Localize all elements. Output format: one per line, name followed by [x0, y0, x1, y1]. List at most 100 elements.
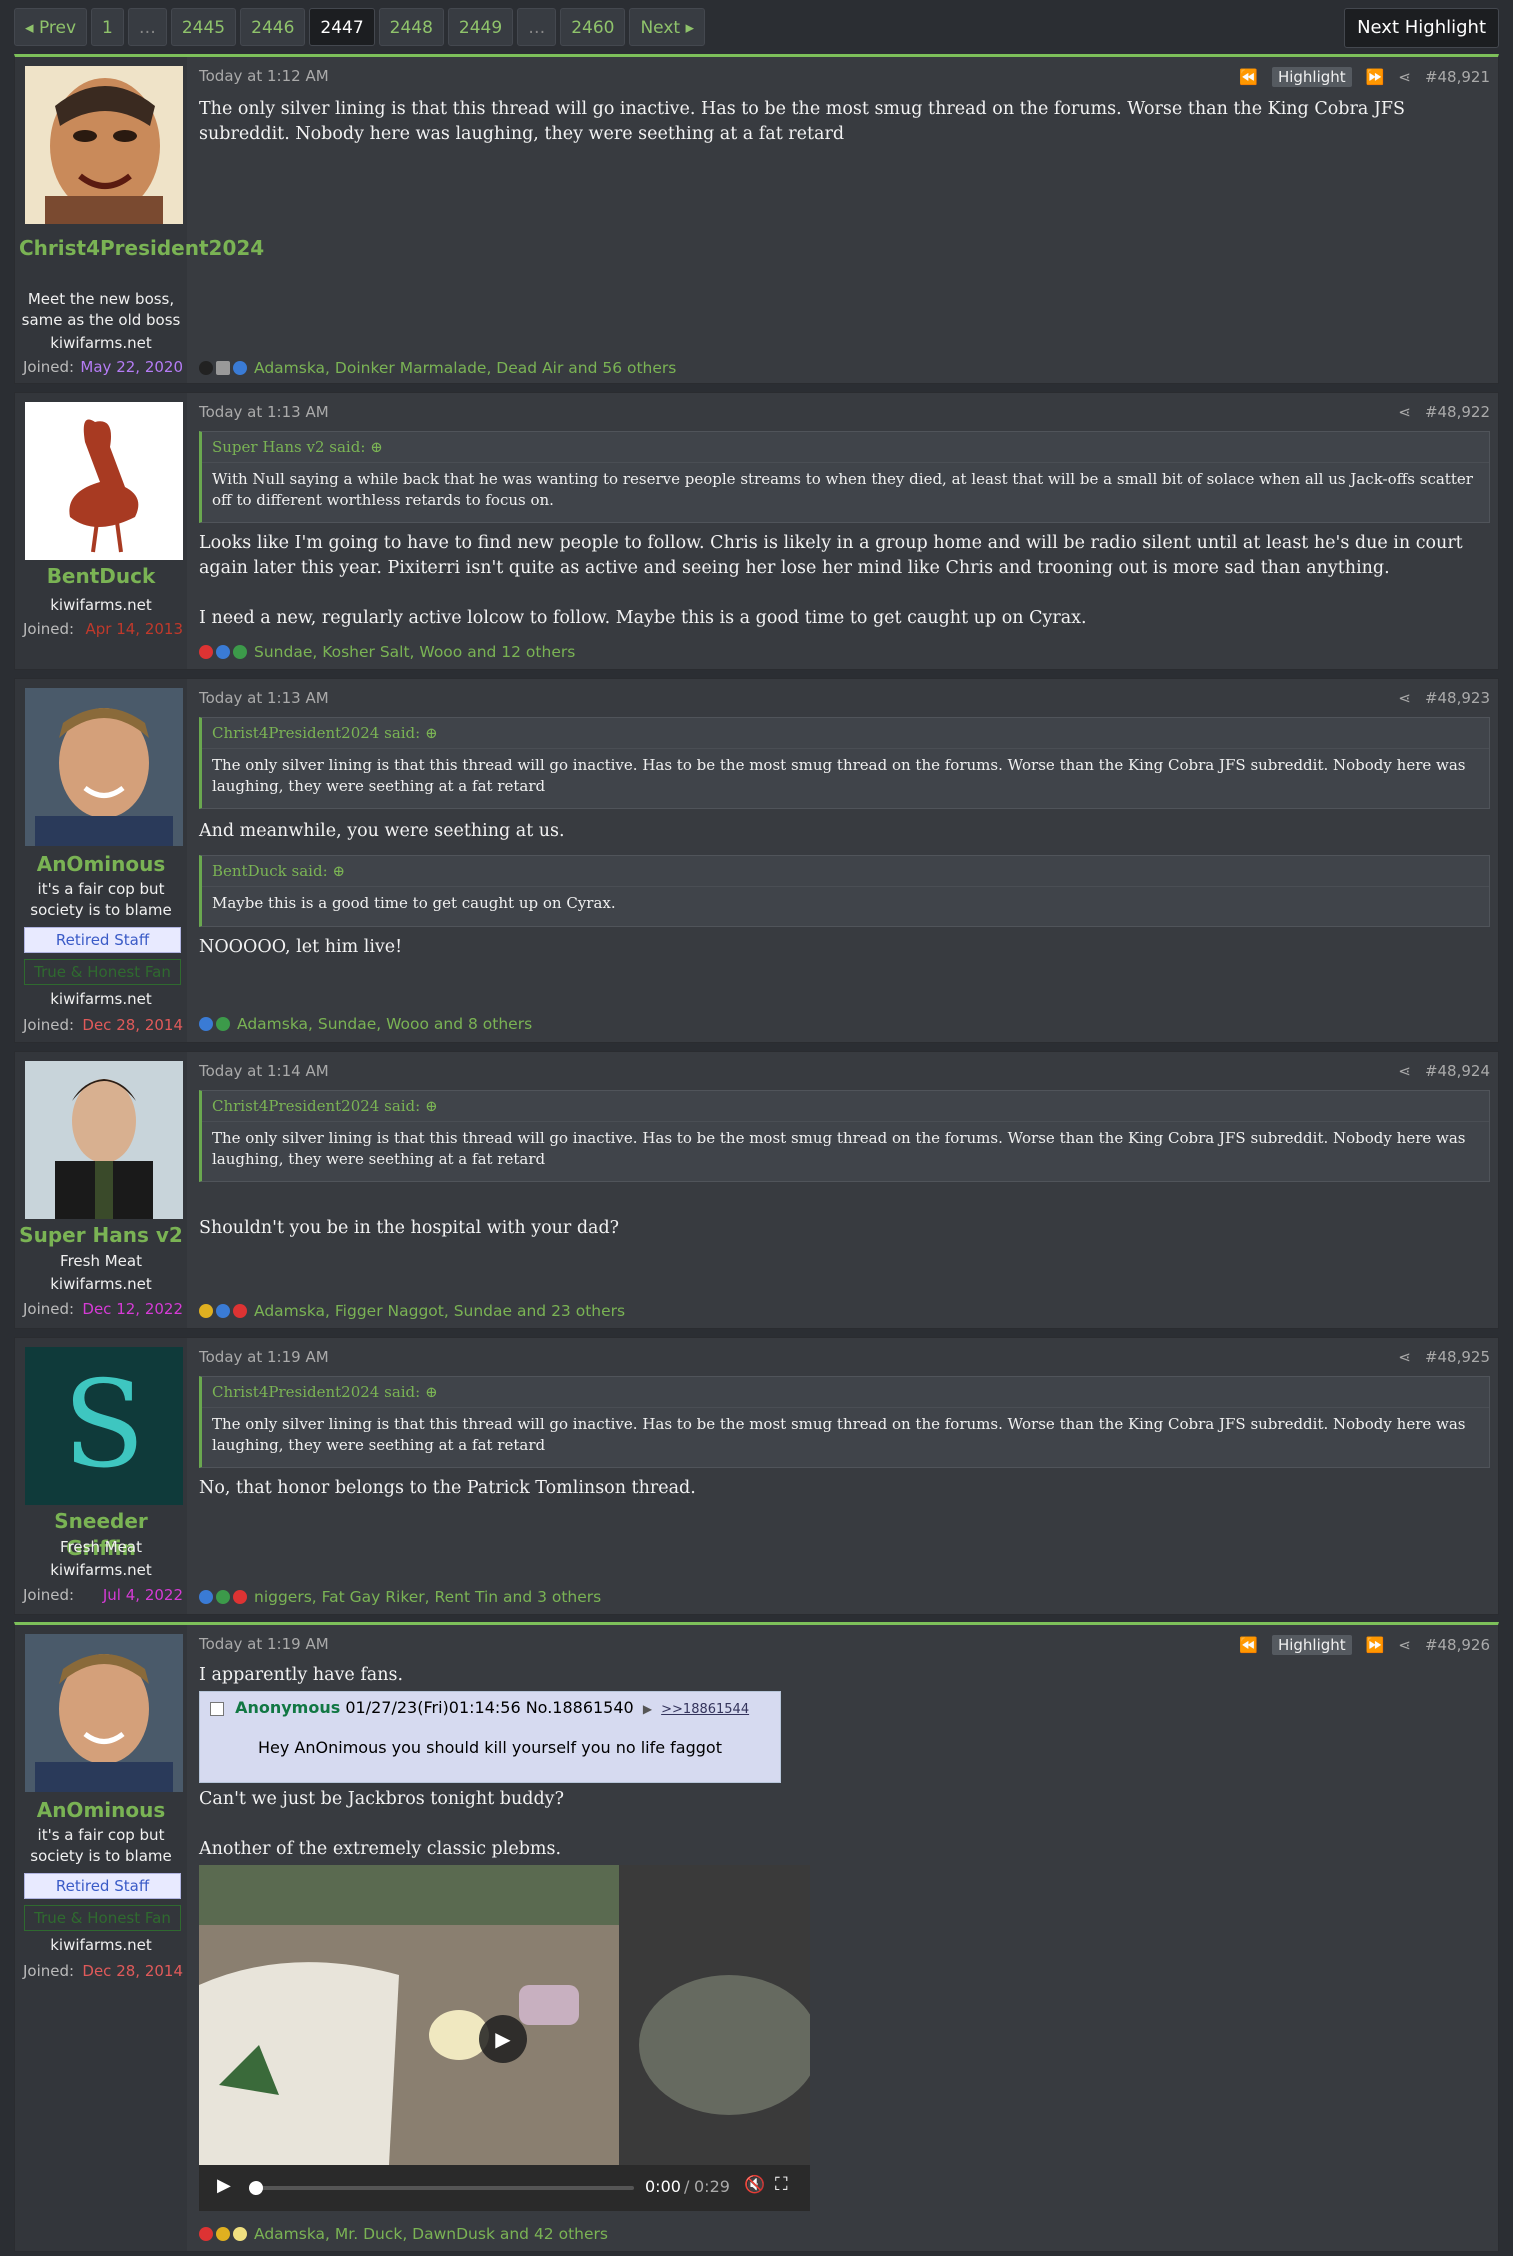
post-number[interactable]: #48,923	[1425, 689, 1490, 707]
quote-author[interactable]: BentDuck said: ⊕	[202, 856, 1489, 887]
avatar[interactable]	[25, 402, 183, 560]
big-play-button[interactable]: ▶	[479, 2015, 527, 2063]
post-body: No, that honor belongs to the Patrick To…	[199, 1476, 1490, 1501]
fullscreen-icon[interactable]: ⛶	[775, 2174, 788, 2195]
chan-text: Hey AnOnimous you should kill yourself y…	[258, 1738, 722, 1757]
post-time[interactable]: Today at 1:19 AM	[199, 1348, 329, 1366]
quote-author[interactable]: Christ4President2024 said: ⊕	[202, 718, 1489, 749]
prev-highlight-icon[interactable]: ⏪	[1239, 1636, 1258, 1654]
reactions-bar[interactable]: niggers, Fat Gay Riker, Rent Tin and 3 o…	[199, 1588, 601, 1606]
quote-block: Christ4President2024 said: ⊕ The only si…	[199, 1376, 1490, 1468]
page-link[interactable]: 2446	[240, 8, 306, 46]
quote-author[interactable]: Christ4President2024 said: ⊕	[202, 1377, 1489, 1408]
mute-icon[interactable]: 🔇	[744, 2175, 765, 2195]
post-time[interactable]: Today at 1:19 AM	[199, 1635, 329, 1653]
quote-block: Christ4President2024 said: ⊕ The only si…	[199, 1090, 1490, 1182]
joined-date: Jul 4, 2022	[102, 1586, 183, 1604]
chan-header: Anonymous 01/27/23(Fri)01:14:56 No.18861…	[210, 1698, 749, 1717]
page-ellipsis[interactable]: …	[127, 8, 167, 46]
page-link[interactable]: 2460	[560, 8, 626, 46]
avatar[interactable]	[25, 1061, 183, 1219]
username[interactable]: Christ4President2024	[19, 235, 264, 262]
share-icon[interactable]: ⋖	[1398, 68, 1411, 86]
page-link[interactable]: 2445	[170, 8, 237, 46]
avatar[interactable]	[25, 1634, 183, 1792]
next-highlight-icon[interactable]: ⏩	[1366, 1636, 1385, 1654]
share-icon[interactable]: ⋖	[1398, 689, 1411, 707]
post-text: I apparently have fans.	[199, 1665, 404, 1685]
page-link[interactable]: 2448	[378, 8, 444, 46]
username[interactable]: Super Hans v2	[19, 1222, 183, 1249]
seek-thumb[interactable]	[249, 2181, 263, 2195]
prev-page-button[interactable]: ◂ Prev	[14, 8, 88, 46]
reactions-bar[interactable]: Adamska, Sundae, Wooo and 8 others	[199, 1015, 532, 1033]
joined-label: Joined:	[23, 1016, 75, 1034]
post-time[interactable]: Today at 1:13 AM	[199, 403, 329, 421]
page-link[interactable]: 1	[91, 8, 124, 46]
post: AnOminous it's a fair cop but society is…	[14, 678, 1499, 1043]
top-bar: ◂ Prev 1 … 2445 2446 2447 2448 2449 … 24…	[14, 8, 1499, 48]
post-number[interactable]: #48,922	[1425, 403, 1490, 421]
embedded-image[interactable]: Anonymous 01/27/23(Fri)01:14:56 No.18861…	[199, 1691, 781, 1783]
video-controls: ▶ 0:00 / 0:29 🔇 ⛶	[199, 2165, 810, 2211]
play-icon[interactable]: ▶	[217, 2175, 231, 2196]
share-icon[interactable]: ⋖	[1398, 1348, 1411, 1366]
video-player[interactable]: ▶ ▶ 0:00 / 0:29 🔇 ⛶	[199, 1865, 810, 2211]
reactions-bar[interactable]: Adamska, Figger Naggot, Sundae and 23 ot…	[199, 1302, 625, 1320]
reaction-users[interactable]: niggers, Fat Gay Riker, Rent Tin and 3 o…	[254, 1588, 601, 1606]
reactions-bar[interactable]: Adamska, Mr. Duck, DawnDusk and 42 other…	[199, 2225, 608, 2243]
reaction-users[interactable]: Adamska, Doinker Marmalade, Dead Air and…	[254, 359, 676, 377]
post-number[interactable]: #48,926	[1425, 1636, 1490, 1654]
post-time[interactable]: Today at 1:13 AM	[199, 689, 329, 707]
post-time[interactable]: Today at 1:12 AM	[199, 67, 329, 85]
share-icon[interactable]: ⋖	[1398, 1062, 1411, 1080]
avatar[interactable]: S	[25, 1347, 183, 1505]
next-highlight-icon[interactable]: ⏩	[1366, 68, 1385, 86]
post: Christ4President2024 Meet the new boss, …	[14, 54, 1499, 384]
reaction-users[interactable]: Adamska, Sundae, Wooo and 8 others	[237, 1015, 532, 1033]
post-number[interactable]: #48,921	[1425, 68, 1490, 86]
highlight-badge[interactable]: Highlight	[1271, 1635, 1352, 1655]
username[interactable]: AnOminous	[19, 851, 183, 878]
quote-author[interactable]: Super Hans v2 said: ⊕	[202, 432, 1489, 463]
user-title: it's a fair cop but society is to blame	[30, 880, 172, 919]
reaction-users[interactable]: Sundae, Kosher Salt, Wooo and 12 others	[254, 643, 575, 661]
next-highlight-button[interactable]: Next Highlight	[1344, 8, 1499, 48]
current-page[interactable]: 2447	[309, 8, 375, 46]
page-link[interactable]: 2449	[447, 8, 514, 46]
retired-staff-badge: Retired Staff	[24, 927, 181, 953]
share-icon[interactable]: ⋖	[1398, 403, 1411, 421]
avatar[interactable]	[25, 66, 183, 224]
joined-row: Joined: Apr 14, 2013	[23, 619, 183, 640]
user-panel: AnOminous it's a fair cop but society is…	[15, 1625, 187, 2251]
post-number[interactable]: #48,924	[1425, 1062, 1490, 1080]
user-panel: Christ4President2024 Meet the new boss, …	[15, 57, 264, 383]
avatar[interactable]	[25, 688, 183, 846]
thumbs-up-icon	[216, 1304, 230, 1318]
quote-block: Super Hans v2 said: ⊕ With Null saying a…	[199, 431, 1490, 523]
username[interactable]: AnOminous	[19, 1797, 183, 1824]
post: AnOminous it's a fair cop but society is…	[14, 1622, 1499, 2252]
page-ellipsis[interactable]: …	[517, 8, 557, 46]
post-text: NOOOOO, let him live!	[199, 937, 403, 957]
prev-highlight-icon[interactable]: ⏪	[1239, 68, 1258, 86]
reaction-users[interactable]: Adamska, Mr. Duck, DawnDusk and 42 other…	[254, 2225, 608, 2243]
reactions-bar[interactable]: Sundae, Kosher Salt, Wooo and 12 others	[199, 643, 575, 661]
seek-bar[interactable]	[249, 2181, 634, 2195]
post-body: Looks like I'm going to have to find new…	[199, 531, 1490, 631]
reactions-bar[interactable]: Adamska, Doinker Marmalade, Dead Air and…	[199, 359, 676, 377]
quote-author[interactable]: Christ4President2024 said: ⊕	[202, 1091, 1489, 1122]
next-page-button[interactable]: Next ▸	[629, 8, 705, 46]
joined-row: Joined: Jul 4, 2022	[23, 1585, 183, 1606]
post-number[interactable]: #48,925	[1425, 1348, 1490, 1366]
username[interactable]: BentDuck	[19, 563, 183, 590]
share-icon[interactable]: ⋖	[1398, 1636, 1411, 1654]
user-site: kiwifarms.net	[50, 1275, 152, 1293]
quote-text: Maybe this is a good time to get caught …	[212, 894, 616, 912]
highlight-badge[interactable]: Highlight	[1271, 67, 1352, 87]
joined-label: Joined:	[23, 358, 75, 376]
checkbox-icon	[210, 1701, 224, 1716]
arrow-up-icon: ⊕	[370, 438, 383, 456]
post-time[interactable]: Today at 1:14 AM	[199, 1062, 329, 1080]
reaction-users[interactable]: Adamska, Figger Naggot, Sundae and 23 ot…	[254, 1302, 625, 1320]
